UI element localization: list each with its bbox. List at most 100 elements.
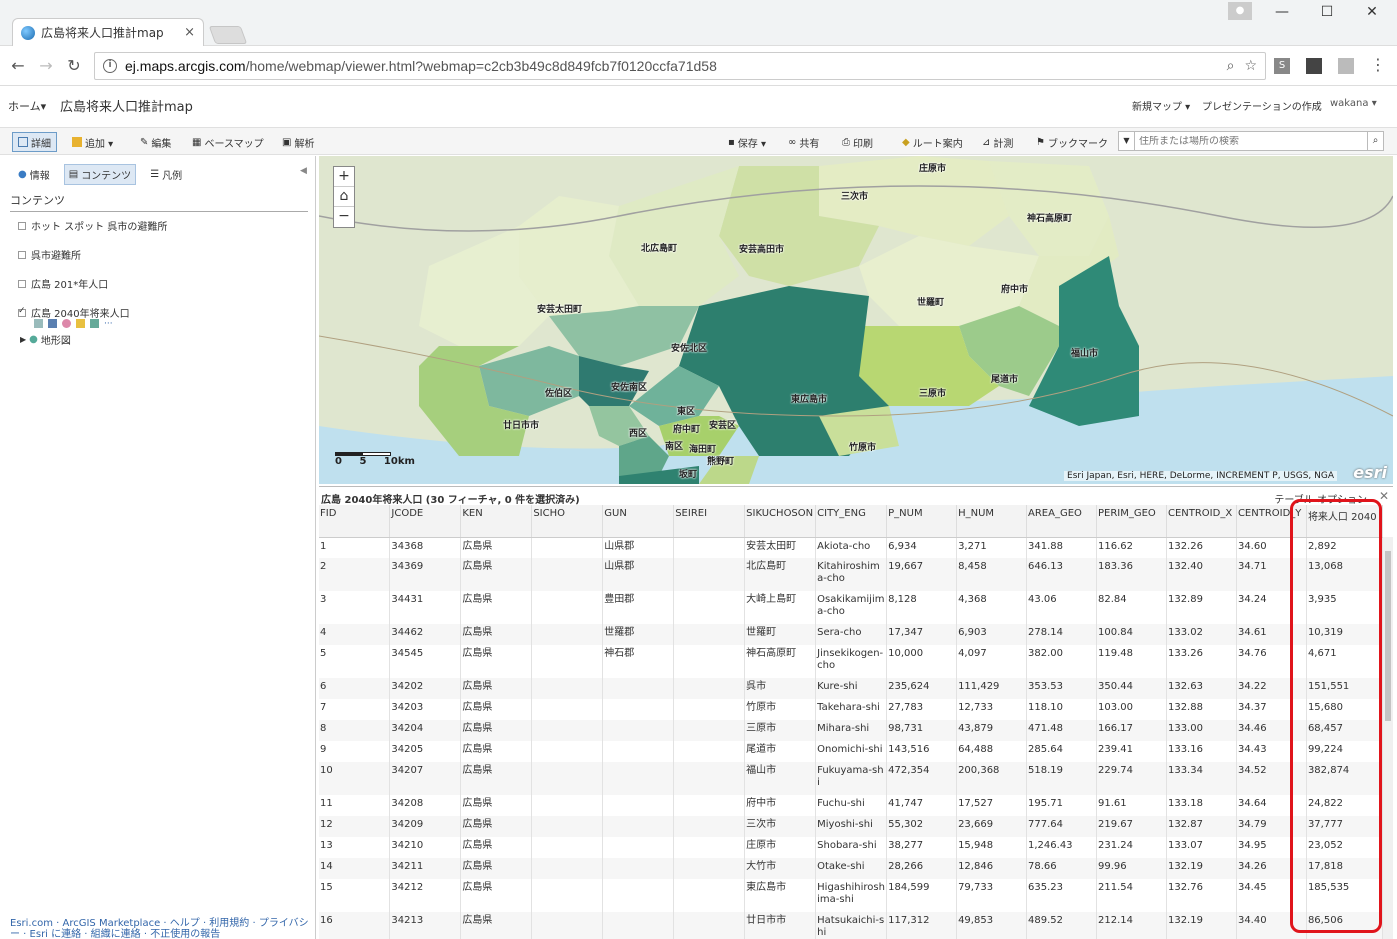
expand-icon[interactable]: ▶: [20, 335, 26, 344]
table-row[interactable]: 15 34212 広島県 東広島市 Higashihiroshima-shi 184,59…: [319, 879, 1383, 912]
filter-icon[interactable]: [76, 319, 85, 328]
home-menu[interactable]: ホーム▾: [8, 98, 46, 114]
layer-checkbox[interactable]: [18, 221, 26, 230]
forward-icon[interactable]: →: [34, 56, 58, 75]
table-scrollbar[interactable]: [1383, 537, 1393, 939]
maximize-icon[interactable]: ☐: [1305, 4, 1349, 20]
print-button[interactable]: ⎙ 印刷: [842, 133, 873, 151]
layer-item[interactable]: 広島 201*年人口: [18, 276, 108, 291]
column-header[interactable]: AREA_GEO: [1026, 505, 1097, 538]
map-view[interactable]: 庄原市 三次市 神石高原町 北広島町 安芸高田市 府中市 世羅町 安芸太田町 安佐北区 福山市 尾道…: [319, 156, 1393, 484]
minimize-icon[interactable]: —: [1260, 4, 1304, 20]
table-row[interactable]: 8 34204 広島県 三原市 Mihara-shi 98,731 43,879 471.48…: [319, 720, 1383, 741]
new-tab-button[interactable]: [208, 26, 248, 44]
zoom-icon[interactable]: ⌕: [1227, 58, 1235, 74]
column-header[interactable]: KEN: [460, 505, 533, 538]
extension-film-icon[interactable]: [1306, 58, 1322, 74]
table-row[interactable]: 12 34209 広島県 三次市 Miyoshi-shi 55,302 23,669 777.…: [319, 816, 1383, 837]
column-header[interactable]: JCODE: [389, 505, 462, 538]
close-icon[interactable]: ×: [184, 25, 195, 40]
column-header[interactable]: CENTROID_Y: [1236, 505, 1307, 538]
create-presentation-link[interactable]: プレゼンテーションの作成: [1202, 98, 1322, 113]
show-table-icon[interactable]: [48, 319, 57, 328]
table-row[interactable]: 1 34368 広島県 山県郡 安芸太田町 Akiota-cho 6,934 3,271 341…: [319, 537, 1383, 558]
table-row[interactable]: 10 34207 広島県 福山市 Fukuyama-shi 472,354 200,368 5…: [319, 762, 1383, 795]
extension-s-icon[interactable]: S: [1274, 58, 1290, 74]
table-row[interactable]: 5 34545 広島県 神石郡 神石高原町 Jinsekikogen-cho 10,000 4…: [319, 645, 1383, 678]
basemap-layer[interactable]: ▶ ● 地形図: [20, 332, 71, 347]
details-button[interactable]: 詳細: [12, 132, 57, 152]
change-style-icon[interactable]: [62, 319, 71, 328]
tab-legend[interactable]: ☰ 凡例: [146, 164, 186, 185]
user-menu[interactable]: wakana ▾: [1330, 98, 1377, 109]
column-header[interactable]: SEIREI: [673, 505, 746, 538]
directions-button[interactable]: ◆ ルート案内: [902, 133, 963, 151]
column-header[interactable]: SIKUCHOSON: [744, 505, 817, 538]
layer-checkbox[interactable]: [18, 279, 26, 288]
tab-content[interactable]: ▤ コンテンツ: [63, 164, 137, 185]
info-icon[interactable]: i: [103, 59, 117, 73]
measure-button[interactable]: ⊿ 計測: [982, 133, 1013, 151]
table-row[interactable]: 9 34205 広島県 尾道市 Onomichi-shi 143,516 64,488 285…: [319, 741, 1383, 762]
search-icon[interactable]: ⌕: [1367, 132, 1383, 150]
home-icon[interactable]: ⌂: [334, 187, 354, 207]
close-icon[interactable]: ✕: [1379, 489, 1389, 503]
table-row[interactable]: 11 34208 広島県 府中市 Fuchu-shi 41,747 17,527 195.71…: [319, 795, 1383, 816]
extension-grid-icon[interactable]: [1338, 58, 1354, 74]
table-row[interactable]: 2 34369 広島県 山県郡 北広島町 Kitahiroshima-cho 19,667 8…: [319, 558, 1383, 591]
share-label: 共有: [799, 138, 820, 150]
save-button[interactable]: ▪ 保存 ▾: [728, 133, 766, 151]
layer-checkbox[interactable]: [18, 250, 26, 259]
browser-tab[interactable]: 広島将来人口推計map ×: [12, 18, 204, 46]
collapse-panel-icon[interactable]: ◀: [300, 166, 307, 176]
column-header[interactable]: FID: [319, 505, 391, 538]
location-search-input[interactable]: [1135, 135, 1367, 147]
column-header[interactable]: H_NUM: [956, 505, 1028, 538]
zoom-out-button[interactable]: −: [334, 207, 354, 227]
zoom-in-button[interactable]: +: [334, 167, 354, 187]
table-row[interactable]: 7 34203 広島県 竹原市 Takehara-shi 27,783 12,733 118.…: [319, 699, 1383, 720]
table-options-menu[interactable]: テーブル オプション: [1274, 491, 1367, 506]
window-close-icon[interactable]: ✕: [1350, 4, 1394, 20]
layer-item[interactable]: ホット スポット 呉市の避難所: [18, 218, 167, 233]
layer-item[interactable]: 呉市避難所: [18, 247, 81, 262]
share-button[interactable]: ∞ 共有: [788, 133, 819, 151]
column-header[interactable]: P_NUM: [886, 505, 958, 538]
back-icon[interactable]: ←: [6, 56, 30, 75]
footer-links[interactable]: Esri.com · ArcGIS Marketplace · ヘルプ · 利用…: [10, 918, 310, 939]
table-row[interactable]: 13 34210 広島県 庄原市 Shobara-shi 38,277 15,948 1,24…: [319, 837, 1383, 858]
star-icon[interactable]: ☆: [1244, 58, 1257, 74]
table-row[interactable]: 3 34431 広島県 豊田郡 大崎上島町 Osakikamijima-cho 8,128 4…: [319, 591, 1383, 624]
layer-checkbox[interactable]: [18, 306, 26, 317]
menu-icon[interactable]: ⋮: [1366, 55, 1390, 74]
column-header[interactable]: GUN: [602, 505, 675, 538]
reload-icon[interactable]: ↻: [62, 56, 86, 75]
edit-button[interactable]: ✎ 編集: [140, 133, 171, 151]
analysis-tool-icon[interactable]: [90, 319, 99, 328]
column-header[interactable]: PERIM_GEO: [1096, 505, 1167, 538]
table-cell: 132.19: [1166, 912, 1237, 939]
new-map-menu[interactable]: 新規マップ ▾: [1132, 98, 1190, 113]
table-row[interactable]: 16 34213 広島県 廿日市市 Hatsukaichi-shi 117,312 49,8…: [319, 912, 1383, 939]
tab-info[interactable]: ● 情報: [14, 164, 54, 185]
add-button[interactable]: 追加 ▾: [72, 133, 113, 151]
layer-item[interactable]: 広島 2040年将来人口: [18, 305, 130, 320]
column-header[interactable]: 将来人口 2040: [1306, 505, 1383, 538]
choropleth-map[interactable]: [319, 156, 1393, 484]
column-header[interactable]: SICHO: [531, 505, 604, 538]
scrollbar-thumb[interactable]: [1385, 551, 1391, 721]
table-row[interactable]: 6 34202 広島県 呉市 Kure-shi 235,624 111,429 353.53 3…: [319, 678, 1383, 699]
basemap-button[interactable]: ▦ ベースマップ: [192, 133, 264, 151]
more-options-icon[interactable]: ···: [104, 319, 113, 329]
search-source-dropdown[interactable]: ▼: [1119, 132, 1135, 150]
show-legend-icon[interactable]: [34, 319, 43, 328]
analysis-button[interactable]: ▣ 解析: [282, 133, 314, 151]
bookmarks-button[interactable]: ⚑ ブックマーク: [1036, 133, 1108, 151]
profile-icon[interactable]: ●: [1228, 2, 1252, 20]
table-cell: 安芸太田町: [744, 537, 817, 558]
url-input[interactable]: i ej.maps.arcgis.com/home/webmap/viewer.…: [94, 52, 1266, 80]
table-row[interactable]: 14 34211 広島県 大竹市 Otake-shi 28,266 12,846 78.66 9…: [319, 858, 1383, 879]
column-header[interactable]: CENTROID_X: [1166, 505, 1237, 538]
table-row[interactable]: 4 34462 広島県 世羅郡 世羅町 Sera-cho 17,347 6,903 278.14…: [319, 624, 1383, 645]
column-header[interactable]: CITY_ENG: [815, 505, 888, 538]
